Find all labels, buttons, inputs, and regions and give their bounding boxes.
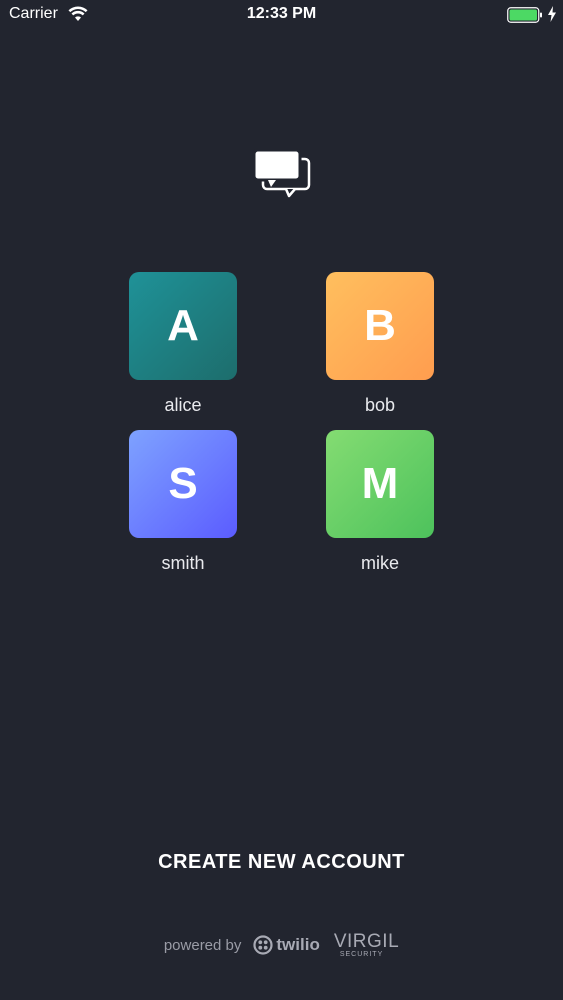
account-name: smith [161, 553, 205, 573]
twilio-logo: twilio [253, 935, 320, 955]
account-name: mike [360, 553, 399, 573]
account-smith[interactable]: S smith [113, 430, 253, 574]
footer: powered by twilio VIRGIL SECURITY [0, 930, 563, 960]
account-name: bob [364, 395, 396, 415]
virgil-logo: VIRGIL SECURITY [334, 932, 399, 958]
avatar[interactable]: S [129, 430, 237, 538]
avatar[interactable]: M [326, 430, 434, 538]
virgil-label: VIRGIL [333, 931, 400, 952]
avatar[interactable]: B [326, 272, 434, 380]
account-bob[interactable]: B bob [310, 272, 450, 416]
avatar[interactable]: A [129, 272, 237, 380]
clock: 12:33 PM [246, 5, 317, 22]
battery-full-icon [507, 7, 542, 23]
create-account-button[interactable]: CREATE NEW ACCOUNT [0, 851, 563, 874]
powered-by-label: powered by [163, 936, 242, 954]
virgil-sub-label: SECURITY [339, 951, 384, 958]
account-name: alice [164, 395, 202, 415]
twilio-icon [253, 935, 273, 955]
account-alice[interactable]: A alice [113, 272, 253, 416]
charging-bolt-icon [548, 6, 556, 22]
chat-bubbles-icon [252, 148, 311, 198]
twilio-label: twilio [276, 935, 320, 954]
account-mike[interactable]: M mike [310, 430, 450, 574]
status-bar: Carrier 12:33 PM [0, 0, 563, 30]
